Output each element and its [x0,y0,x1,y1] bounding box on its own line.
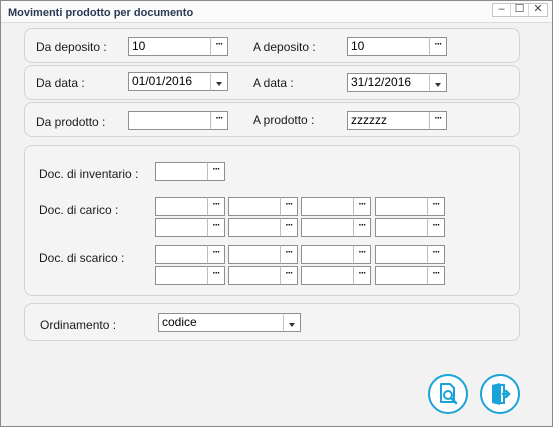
ordinamento-group: Ordinamento : codice [24,303,520,341]
doc-carico-label: Doc. di carico : [39,203,119,217]
doc-scarico-label: Doc. di scarico : [39,251,125,265]
doc-inventario-lookup-button[interactable]: ··· [207,162,225,181]
data-group: Da data : 01/01/2016 A data : 31/12/2016 [24,65,520,100]
doc-scarico-field[interactable] [228,245,281,264]
doc-scarico-field[interactable] [155,245,208,264]
doc-carico-lookup-button[interactable]: ··· [280,197,298,216]
a-prodotto-lookup-button[interactable]: ··· [429,111,447,130]
da-data-field[interactable]: 01/01/2016 [128,72,211,91]
chevron-down-icon [216,82,222,86]
a-data-field[interactable]: 31/12/2016 [347,73,430,92]
a-prodotto-label: A prodotto : [253,113,315,127]
preview-button[interactable] [428,374,468,414]
doc-scarico-field[interactable] [301,245,354,264]
doc-scarico-lookup-button[interactable]: ··· [207,245,225,264]
close-button[interactable]: ✕ [529,4,547,16]
doc-scarico-lookup-button[interactable]: ··· [207,266,225,285]
window-title: Movimenti prodotto per documento [8,7,194,19]
doc-scarico-lookup-button[interactable]: ··· [353,266,371,285]
doc-scarico-field[interactable] [301,266,354,285]
ordinamento-label: Ordinamento : [40,318,117,332]
doc-scarico-lookup-button[interactable]: ··· [280,266,298,285]
doc-carico-field[interactable] [155,218,208,237]
ordinamento-select[interactable]: codice [158,313,285,332]
doc-carico-field[interactable] [375,197,428,216]
da-deposito-label: Da deposito : [36,40,107,54]
doc-carico-lookup-button[interactable]: ··· [207,197,225,216]
da-deposito-lookup-button[interactable]: ··· [210,37,228,56]
doc-carico-field[interactable] [155,197,208,216]
exit-door-icon [492,383,511,405]
doc-scarico-lookup-button[interactable]: ··· [427,266,445,285]
title-bar: Movimenti prodotto per documento ‒ ☐ ✕ [1,1,552,23]
maximize-button[interactable]: ☐ [511,4,529,16]
doc-inventario-label: Doc. di inventario : [39,167,139,181]
a-prodotto-field[interactable]: zzzzzz [347,111,430,130]
doc-scarico-lookup-button[interactable]: ··· [353,245,371,264]
a-deposito-lookup-button[interactable]: ··· [429,37,447,56]
da-prodotto-field[interactable] [128,111,211,130]
doc-scarico-field[interactable] [155,266,208,285]
doc-carico-lookup-button[interactable]: ··· [207,218,225,237]
da-deposito-field[interactable]: 10 [128,37,211,56]
da-data-dropdown-button[interactable] [210,72,228,91]
doc-carico-lookup-button[interactable]: ··· [427,197,445,216]
doc-carico-field[interactable] [228,218,281,237]
chevron-down-icon [435,83,441,87]
a-deposito-field[interactable]: 10 [347,37,430,56]
a-deposito-label: A deposito : [253,40,316,54]
doc-scarico-lookup-button[interactable]: ··· [280,245,298,264]
a-data-label: A data : [253,76,294,90]
minimize-button[interactable]: ‒ [493,4,511,16]
doc-carico-field[interactable] [301,218,354,237]
ordinamento-dropdown-button[interactable] [283,313,301,332]
doc-scarico-lookup-button[interactable]: ··· [427,245,445,264]
da-prodotto-lookup-button[interactable]: ··· [210,111,228,130]
doc-carico-lookup-button[interactable]: ··· [353,197,371,216]
deposito-group: Da deposito : 10 ··· A deposito : 10 ··· [24,28,520,63]
chevron-down-icon [289,323,295,327]
doc-scarico-field[interactable] [228,266,281,285]
window-controls: ‒ ☐ ✕ [492,3,548,17]
doc-carico-field[interactable] [375,218,428,237]
app-window: Movimenti prodotto per documento ‒ ☐ ✕ D… [0,0,553,427]
doc-carico-lookup-button[interactable]: ··· [427,218,445,237]
doc-carico-lookup-button[interactable]: ··· [280,218,298,237]
preview-search-icon [440,383,458,405]
da-data-label: Da data : [36,76,85,90]
doc-carico-field[interactable] [228,197,281,216]
doc-carico-field[interactable] [301,197,354,216]
documenti-group: Doc. di inventario : ··· Doc. di carico … [24,145,520,296]
a-data-dropdown-button[interactable] [429,73,447,92]
doc-carico-lookup-button[interactable]: ··· [353,218,371,237]
doc-scarico-field[interactable] [375,266,428,285]
doc-inventario-field[interactable] [155,162,208,181]
doc-scarico-field[interactable] [375,245,428,264]
da-prodotto-label: Da prodotto : [36,115,106,129]
exit-button[interactable] [480,374,520,414]
prodotto-group: Da prodotto : ··· A prodotto : zzzzzz ··… [24,102,520,137]
